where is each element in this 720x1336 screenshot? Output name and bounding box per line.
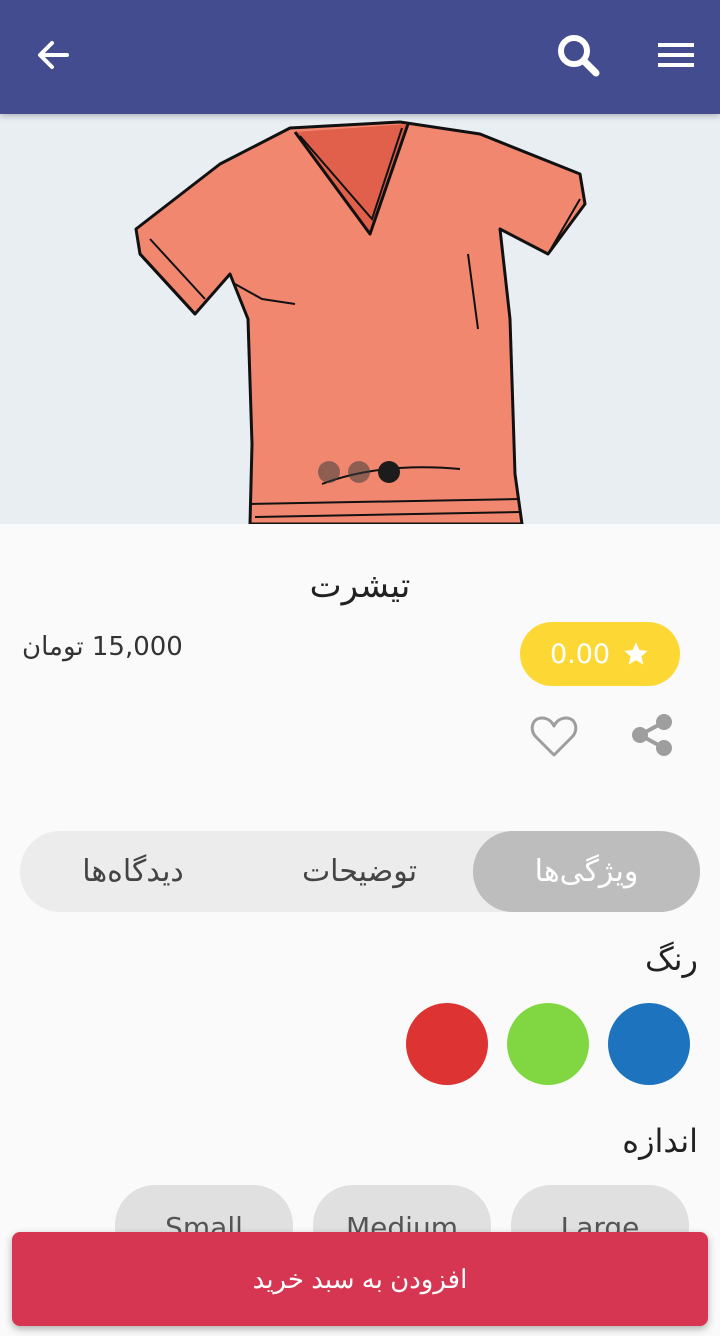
product-tabs: ویژگی‌ها توضیحات دیدگاه‌ها [20,831,700,912]
color-swatch-blue[interactable] [608,1003,690,1085]
share-icon[interactable] [626,710,678,762]
hamburger-menu-icon[interactable] [648,27,704,83]
pager-dot[interactable] [318,461,340,483]
tab-features[interactable]: ویژگی‌ها [473,831,700,912]
color-swatch-red[interactable] [406,1003,488,1085]
pager-dot[interactable] [348,461,370,483]
rating-badge: 0.00 [520,622,680,686]
product-title: تیشرت [309,566,411,606]
tab-description[interactable]: توضیحات [246,831,473,912]
tab-reviews[interactable]: دیدگاه‌ها [20,831,246,912]
product-price: 15,000 تومان [22,632,183,662]
color-swatch-green[interactable] [507,1003,589,1085]
gallery-pager[interactable] [318,461,400,483]
product-image-gallery[interactable] [0,114,720,524]
heart-outline-icon[interactable] [528,710,580,762]
pager-dot-active[interactable] [378,461,400,483]
color-label: رنگ [645,940,698,978]
star-icon [624,642,648,665]
add-to-cart-button[interactable]: افزودن به سبد خرید [12,1232,708,1326]
arrow-left-icon[interactable] [25,27,81,83]
size-label: اندازه [622,1122,698,1160]
app-bar [0,0,720,114]
rating-value: 0.00 [549,638,611,670]
search-icon[interactable] [550,27,606,83]
